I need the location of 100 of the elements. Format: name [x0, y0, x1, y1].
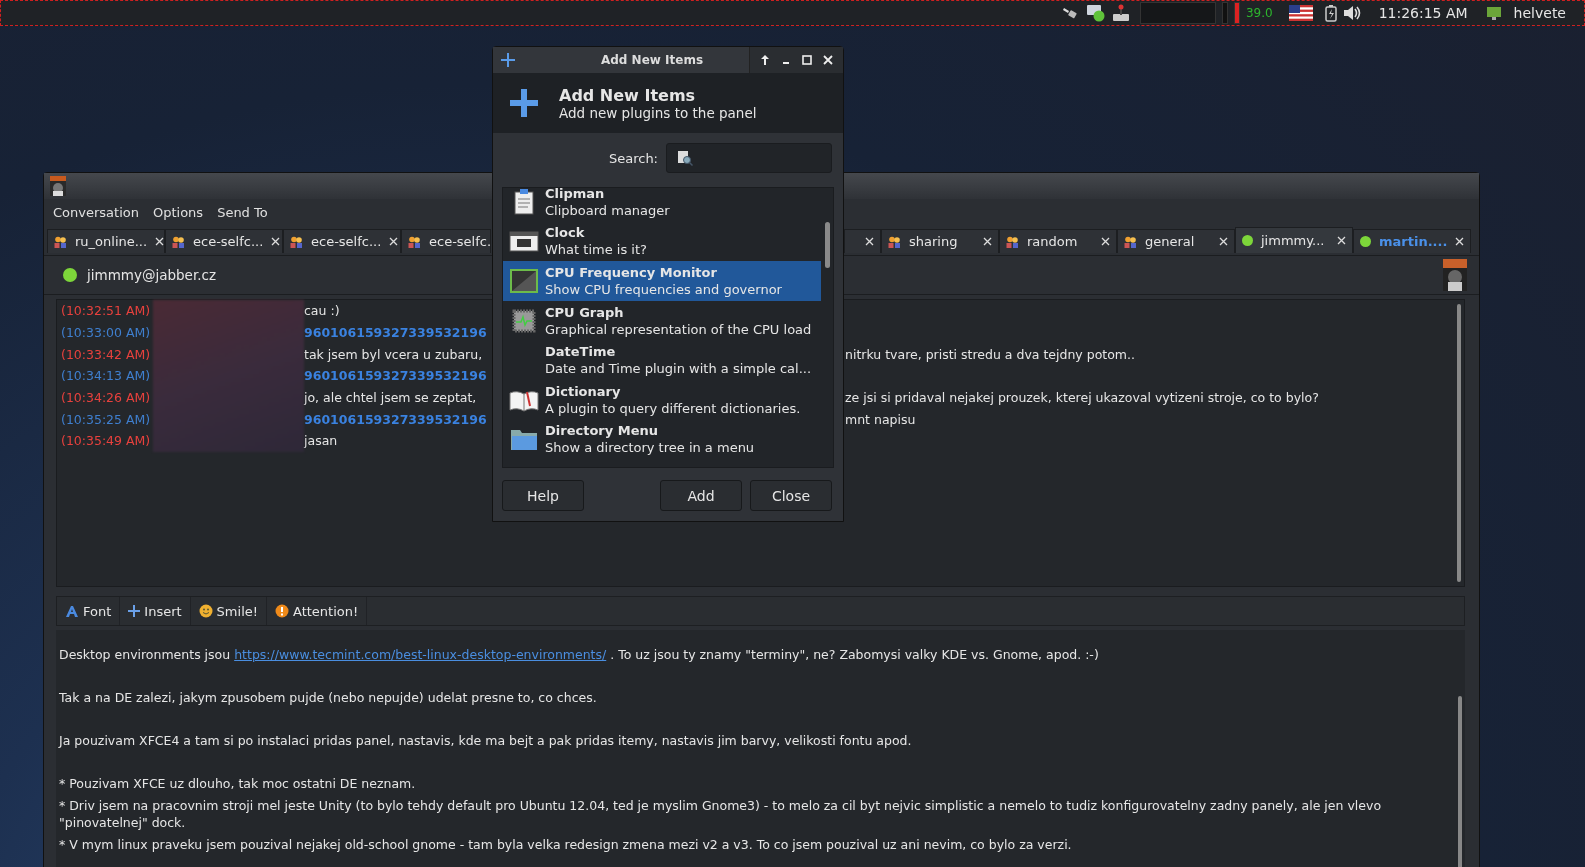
close-icon[interactable] [271, 237, 281, 246]
message-text: 960106159327339532196 [304, 411, 488, 427]
chat-tab[interactable]: jimmmy... [1235, 227, 1353, 253]
close-icon[interactable] [155, 237, 165, 246]
plugin-item[interactable]: CPU Frequency Monitor Show CPU frequencies and governor [503, 261, 821, 301]
plugin-description: Clipboard manager [545, 201, 670, 219]
message-text: ze jsi si pridaval nejakej prouzek, kterej ukazoval vytizeni stroje, co to bylo? [845, 390, 1320, 406]
plugin-description: Show a directory tree in a menu [545, 439, 755, 457]
link[interactable]: https://www.tecmint.com/best-linux-desktop-environments/ [234, 647, 607, 662]
meter-bar [1221, 2, 1228, 24]
warning-icon [274, 604, 289, 618]
clipboard-icon [514, 188, 534, 215]
search-label: Search: [608, 150, 658, 166]
plugin-item[interactable]: Clock What time is it? [503, 221, 821, 262]
plugin-name: Directory Menu [545, 422, 659, 440]
message-time: (10:33:00 AM) [61, 325, 152, 341]
menu-item[interactable]: Send To [210, 204, 275, 220]
plugin-name: CPU Graph [545, 303, 625, 321]
chat-tab[interactable]: general [1117, 229, 1235, 253]
plus-icon [510, 89, 538, 117]
message-draft-text: * V mym linux praveku jsem pouzival nejakej old-school gnome - tam byla velka redesign zmena mezi v2 a v3. To co jsem pouzival uz ani nevim, co bylo za verzi. [59, 836, 1073, 853]
chat-status-icon[interactable] [1085, 4, 1106, 22]
monitor-icon [509, 268, 539, 294]
chat-tab[interactable]: sharing [881, 229, 999, 253]
monitor-icon[interactable] [1485, 5, 1502, 21]
plugin-description: Graphical representation of the CPU load [545, 320, 812, 338]
status-dot [1242, 235, 1253, 246]
flag-icon[interactable] [1288, 5, 1313, 21]
message-draft-text: * Driv jsem na pracovnim stroji mel jeste Unity (to bylo tehdy default pro Ubuntu 12.04, ted je myslim Gnome3) - to melo za cil byt nejvic simplistic a nemelo to tudiz konfigurovatelny zadny panely, ale jen vlevo "pinovatelnej" dock. [59, 797, 1383, 831]
calendar-icon [509, 230, 539, 253]
message-text: mnt napisu [845, 411, 917, 427]
plug-icon[interactable] [1061, 5, 1080, 21]
close-icon[interactable] [1455, 237, 1465, 246]
menu-item[interactable]: Conversation [46, 204, 146, 220]
plugin-item[interactable]: Clipman Clipboard manager [503, 188, 821, 222]
chat-tab[interactable]: ru_online... [47, 229, 165, 253]
cpu-reading: 39.0 [1245, 6, 1273, 20]
dialog-button[interactable]: Add [660, 480, 742, 511]
search-icon [677, 150, 693, 166]
plugin-name: Dictionary [545, 382, 622, 400]
chat-tab[interactable]: ece-selfc. [401, 229, 491, 253]
group-icon [290, 235, 303, 248]
plugin-description: What time is it? [545, 241, 647, 259]
volume-icon[interactable] [1342, 5, 1361, 21]
message-text: nitrku tvare, pristi stredu a dva tejdny potom.. [845, 346, 1136, 362]
smiley-icon [198, 604, 213, 618]
font-icon [65, 604, 79, 618]
dialog-button[interactable]: Close [750, 480, 832, 511]
message-draft-text: Desktop environments jsou https://www.tecmint.com/best-linux-desktop-environments/ . To uz jsou ty znamy "terminy", ne? Zabomysi valky KDE vs. Gnome, apod. :-) [59, 646, 1100, 663]
message-time: (10:34:26 AM) [61, 390, 152, 406]
plugin-item[interactable]: Dictionary A plugin to query different dictionaries. [503, 379, 821, 420]
plugin-name: Clock [545, 224, 586, 242]
message-text: jasan [304, 433, 339, 449]
plugin-description: Date and Time plugin with a simple cal... [545, 360, 812, 378]
message-time: (10:32:51 AM) [61, 303, 152, 319]
plugin-item[interactable]: CPU Graph Graphical representation of the CPU load [503, 300, 821, 341]
chip-icon [511, 307, 537, 334]
clock[interactable]: 11:26:15 AM [1378, 5, 1468, 21]
meter-bar [1233, 2, 1240, 24]
message-time: (10:34:13 AM) [61, 368, 152, 384]
plugin-name: DateTime [545, 343, 617, 361]
plugin-description: Show CPU frequencies and governor [545, 281, 782, 298]
message-draft-text: Ja pouzivam XFCE4 a tam si po instalaci pridas panel, nastavis, kde ma bejt a pak pridas itemy, nastavis jim barvy, velikosti fontu apod. [59, 732, 913, 749]
user-name[interactable]: helvete [1513, 5, 1566, 21]
close-icon[interactable] [865, 237, 874, 246]
joystick-icon[interactable] [1111, 4, 1130, 22]
battery-icon[interactable] [1324, 4, 1337, 22]
group-icon [54, 235, 67, 248]
group-icon [1124, 235, 1137, 248]
chat-tab[interactable]: random [999, 229, 1117, 253]
close-icon[interactable] [1337, 236, 1346, 245]
close-icon[interactable] [1101, 237, 1110, 246]
chat-tab[interactable]: ece-selfc... [165, 229, 283, 253]
message-time: (10:35:25 AM) [61, 411, 152, 427]
plugin-item[interactable]: DateTime Date and Time plugin with a simple cal... [503, 340, 821, 380]
contact-name: jimmmy@jabber.cz [87, 267, 217, 283]
close-icon[interactable] [823, 54, 833, 65]
plugin-item[interactable]: Directory Menu Show a directory tree in a menu [503, 419, 821, 460]
message-text: 960106159327339532196 [304, 368, 488, 384]
message-draft-text: Tak a na DE zalezi, jakym zpusobem pujde (nebo nepujde) udelat presne to, co chces. [59, 689, 598, 706]
close-icon[interactable] [389, 237, 399, 246]
message-time: (10:33:42 AM) [61, 346, 152, 362]
message-text: jo, ale chtel jsem se zeptat, [304, 390, 478, 406]
arrow-up-icon[interactable] [760, 54, 770, 65]
message-text: cau :) [304, 303, 341, 319]
status-dot [1360, 236, 1371, 247]
window-title: Add New Items [599, 53, 705, 67]
close-icon[interactable] [1219, 237, 1228, 246]
plus-icon [128, 605, 141, 617]
dialog-button[interactable]: Help [502, 480, 584, 511]
close-icon[interactable] [983, 237, 992, 246]
chat-tab[interactable] [844, 229, 881, 253]
message-time: (10:35:49 AM) [61, 433, 152, 449]
maximize-icon[interactable] [802, 54, 812, 65]
dialog-heading: Add New Items [559, 85, 697, 105]
search-field[interactable] [666, 143, 832, 173]
message-text: 960106159327339532196 [304, 325, 488, 341]
chat-tab[interactable]: ece-selfc... [283, 229, 401, 253]
chat-tab[interactable]: martin.... [1353, 229, 1471, 253]
menu-item[interactable]: Options [145, 204, 211, 220]
